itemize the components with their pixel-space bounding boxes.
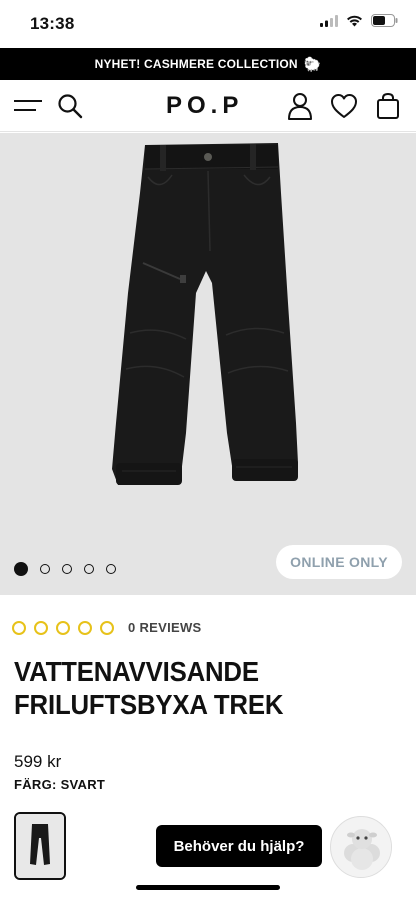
status-time: 13:38 — [30, 14, 75, 33]
chat-assistant-avatar[interactable] — [330, 816, 392, 878]
carousel-dot-5[interactable] — [106, 564, 116, 574]
sheep-icon: 🐑 — [303, 56, 322, 72]
status-bar: 13:38 — [0, 0, 416, 48]
site-header: PO.P — [0, 80, 416, 132]
site-logo[interactable]: PO.P — [166, 92, 243, 120]
product-title: VATTENAVVISANDE FRILUFTSBYXA TREK — [14, 656, 284, 720]
carousel-dot-1[interactable] — [14, 562, 28, 576]
account-icon[interactable] — [284, 90, 316, 122]
product-image — [0, 133, 416, 595]
color-variant-thumbnail[interactable] — [14, 812, 66, 880]
product-gallery[interactable] — [0, 133, 416, 595]
search-icon[interactable] — [54, 90, 86, 122]
carousel-dot-3[interactable] — [62, 564, 72, 574]
help-chat-button[interactable]: Behöver du hjälp? — [156, 825, 322, 867]
product-price: 599 kr — [14, 752, 62, 771]
carousel-dots — [14, 562, 116, 576]
carousel-dot-2[interactable] — [40, 564, 50, 574]
wishlist-heart-icon[interactable] — [328, 90, 360, 122]
promo-banner[interactable]: NYHET! CASHMERE COLLECTION 🐑 — [0, 48, 416, 80]
sheep-mascot-icon — [332, 818, 391, 877]
carousel-dot-4[interactable] — [84, 564, 94, 574]
promo-text: NYHET! CASHMERE COLLECTION — [94, 57, 298, 71]
product-rating: 0 REVIEWS — [12, 620, 202, 635]
rating-star-icon — [12, 620, 26, 635]
wifi-icon — [347, 15, 362, 26]
online-only-badge: ONLINE ONLY — [276, 545, 402, 579]
status-icons — [320, 14, 398, 27]
reviews-link[interactable]: 0 REVIEWS — [128, 620, 202, 635]
rating-star-icon — [56, 620, 70, 635]
variant-image — [16, 814, 64, 878]
battery-icon — [371, 14, 398, 27]
rating-star-icon — [34, 620, 48, 635]
signal-icon — [320, 14, 338, 27]
rating-star-icon — [100, 620, 114, 635]
home-indicator — [136, 885, 280, 890]
rating-star-icon — [78, 620, 92, 635]
color-label: FÄRG: SVART — [14, 777, 106, 792]
menu-icon[interactable] — [12, 90, 44, 122]
shopping-bag-icon[interactable] — [372, 90, 404, 122]
